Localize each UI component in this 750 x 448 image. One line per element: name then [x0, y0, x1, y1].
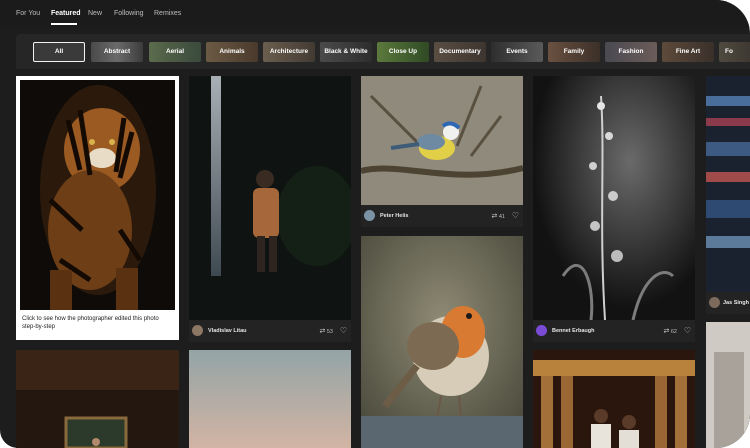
- hiker-card-meta: Vladislav Litau ⇄ 53 ♡: [189, 320, 351, 342]
- tab-featured[interactable]: Featured: [51, 10, 81, 17]
- plant-photo-card[interactable]: Bennet Erbaugh ⇄ 62 ♡: [533, 76, 695, 342]
- robin-photo: [361, 236, 523, 448]
- category-chip-fashion[interactable]: Fashion: [605, 42, 657, 62]
- bluetit-card-meta: Peter Heiis ⇄ 41 ♡: [361, 205, 523, 227]
- top-navigation: For You Featured New Following Remixes: [0, 0, 750, 28]
- avatar[interactable]: [364, 210, 375, 221]
- avatar[interactable]: [709, 297, 720, 308]
- hiker-photo-card[interactable]: Vladislav Litau ⇄ 53 ♡: [189, 76, 351, 342]
- category-chip-partial[interactable]: Fo: [719, 42, 750, 62]
- remix-icon: ⇄: [491, 213, 498, 220]
- category-chip-close-up[interactable]: Close Up: [377, 42, 429, 62]
- heart-icon[interactable]: ♡: [340, 326, 347, 335]
- avatar[interactable]: [192, 325, 203, 336]
- category-chip-abstract[interactable]: Abstract: [91, 42, 143, 62]
- edge-photo-card[interactable]: Jas Singh: [706, 76, 750, 314]
- category-chip-animals[interactable]: Animals: [206, 42, 258, 62]
- interior-photo-card[interactable]: [16, 350, 179, 448]
- author-name[interactable]: Peter Heiis: [380, 213, 408, 219]
- remix-count: ⇄ 62: [663, 328, 677, 335]
- remix-icon: ⇄: [319, 328, 326, 335]
- category-chip-fine-art[interactable]: Fine Art: [662, 42, 714, 62]
- heart-icon[interactable]: ♡: [512, 211, 519, 220]
- interior-photo: [16, 350, 179, 448]
- category-chip-black-white[interactable]: Black & White: [320, 42, 372, 62]
- tiger-photo-card[interactable]: Click to see how the photographer edited…: [16, 76, 179, 340]
- heart-icon[interactable]: ♡: [684, 326, 691, 335]
- category-chip-architecture[interactable]: Architecture: [263, 42, 315, 62]
- tab-following[interactable]: Following: [114, 10, 144, 17]
- author-name[interactable]: Vladislav Litau: [208, 328, 247, 334]
- author-name[interactable]: Jas Singh: [723, 300, 749, 306]
- category-chip-documentary[interactable]: Documentary: [434, 42, 486, 62]
- caption-text: Click to see how the photographer edited…: [22, 316, 159, 330]
- tiger-photo: [20, 80, 175, 310]
- tab-remixes[interactable]: Remixes: [154, 10, 181, 17]
- plant-photo: [533, 76, 695, 320]
- columns-photo: [533, 350, 695, 448]
- plant-card-meta: Bennet Erbaugh ⇄ 62 ♡: [533, 320, 695, 342]
- hiker-photo: [189, 76, 351, 320]
- category-chip-family[interactable]: Family: [548, 42, 600, 62]
- author-name[interactable]: Bennet Erbaugh: [552, 328, 594, 334]
- remix-count: ⇄ 41: [491, 213, 505, 220]
- tab-for-you[interactable]: For You: [16, 10, 40, 17]
- tab-new[interactable]: New: [88, 10, 102, 17]
- photo-edit-caption[interactable]: Click to see how the photographer edited…: [16, 310, 179, 340]
- category-chip-all[interactable]: All: [33, 42, 85, 62]
- category-bar: All Abstract Aerial Animals Architecture…: [16, 34, 750, 69]
- edge-photo: [706, 76, 750, 292]
- active-tab-indicator: [51, 23, 77, 25]
- edge-card-meta: Jas Singh: [706, 292, 750, 314]
- category-chip-aerial[interactable]: Aerial: [149, 42, 201, 62]
- bluetit-photo: [361, 76, 523, 205]
- bluetit-photo-card[interactable]: Peter Heiis ⇄ 41 ♡: [361, 76, 523, 227]
- light-photo: [706, 322, 750, 448]
- remix-icon: ⇄: [663, 328, 670, 335]
- category-chip-events[interactable]: Events: [491, 42, 543, 62]
- avatar[interactable]: [536, 325, 547, 336]
- robin-photo-card[interactable]: [361, 236, 523, 448]
- gradient-photo: [189, 350, 351, 448]
- gradient-photo-card[interactable]: [189, 350, 351, 448]
- app-window: For You Featured New Following Remixes A…: [0, 0, 750, 448]
- remix-count: ⇄ 53: [319, 328, 333, 335]
- columns-photo-card[interactable]: [533, 350, 695, 448]
- light-photo-card[interactable]: [706, 322, 750, 448]
